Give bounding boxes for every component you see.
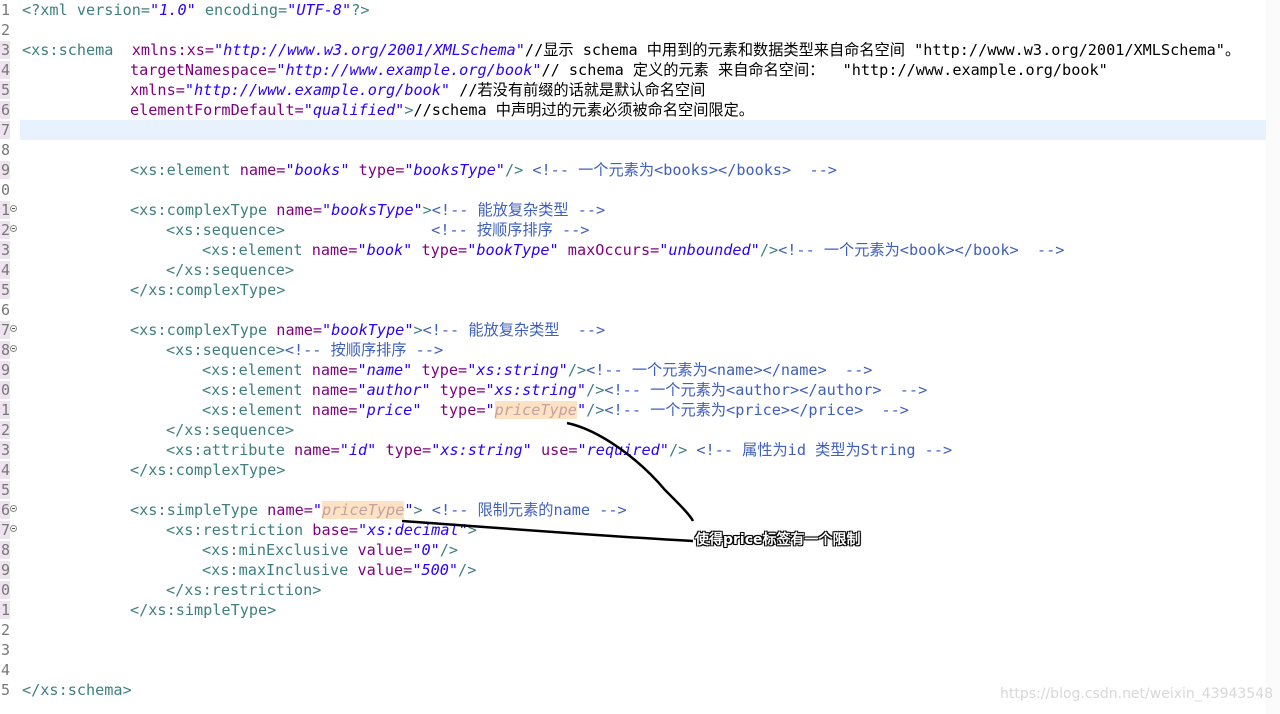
- annotation-line-lower: [401, 519, 694, 543]
- annotation-arrows: [401, 421, 695, 543]
- xml-editor[interactable]: 1 <?xml version="1.0" encoding="UTF-8"?>…: [0, 0, 1280, 714]
- watermark: https://blog.csdn.net/weixin_43943548: [1000, 686, 1274, 702]
- annotation-curve-upper: [566, 421, 695, 522]
- annotation-label: 使得price标签有一个限制: [695, 532, 861, 548]
